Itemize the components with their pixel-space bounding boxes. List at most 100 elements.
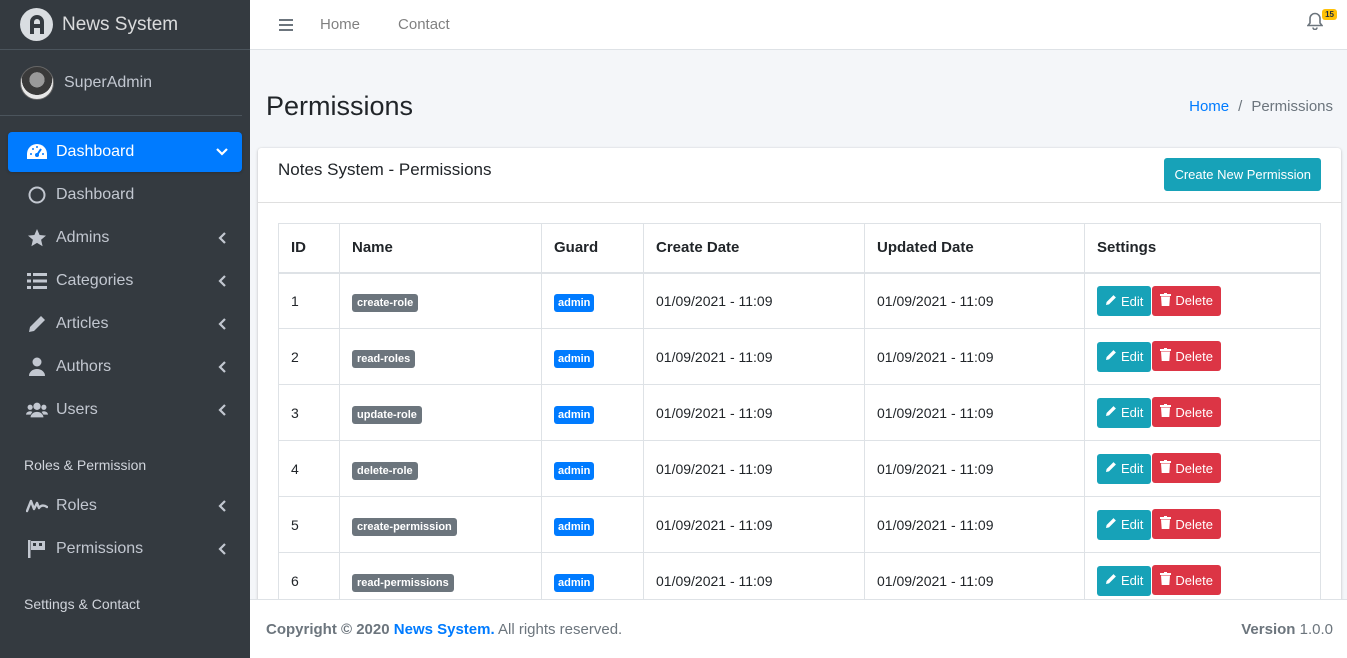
cell-updated-date: 01/09/2021 - 11:09 [864,384,1085,441]
cell-settings: Edit Delete [1084,440,1321,497]
delete-button[interactable]: Delete [1152,285,1221,316]
version-label: Version [1241,620,1296,638]
delete-label: Delete [1175,348,1213,364]
card-header: Notes System - Permissions Create New Pe… [258,148,1341,203]
list-icon [26,270,48,292]
cell-name: read-roles [339,328,542,385]
cell-id: 1 [278,272,340,329]
cell-id: 4 [278,440,340,497]
user-icon [26,356,48,378]
sidebar-item-authors[interactable]: Authors [8,347,242,387]
nav-link-contact[interactable]: Contact [398,16,450,33]
trash-icon [1160,460,1172,476]
notification-count-badge: 15 [1322,9,1337,20]
edit-button[interactable]: Edit [1097,341,1152,372]
create-permission-button[interactable]: Create New Permission [1164,158,1321,191]
chevron-left-icon [216,318,228,330]
sidebar-nav: Dashboard Dashboard Admins Categories Ar… [0,116,250,617]
permission-name-badge: create-permission [352,517,457,536]
edit-button[interactable]: Edit [1097,509,1152,540]
content-wrapper: Permissions Home / Permissions [250,74,1347,138]
nav-header-roles: Roles & Permission [24,457,147,473]
permission-name-badge: create-role [352,293,419,312]
edit-button[interactable]: Edit [1097,565,1152,596]
cell-settings: Edit Delete [1084,384,1321,441]
table-row: 5 create-permission admin 01/09/2021 - 11:0… [278,496,1321,553]
copyright-text: Copyright © 2020 [266,620,390,638]
cell-settings: Edit Delete [1084,328,1321,385]
brand-link[interactable]: News System [0,0,250,50]
breadcrumb-home-link[interactable]: Home [1189,98,1229,115]
sidebar-item-dashboard-menu[interactable]: Dashboard [8,132,242,172]
content-header: Permissions Home / Permissions [250,74,1347,138]
guard-badge: admin [554,461,595,480]
delete-button[interactable]: Delete [1152,397,1221,428]
table-row: 3 update-role admin 01/09/2021 - 11:09 01/09… [278,384,1321,441]
cell-id: 3 [278,384,340,441]
user-name: SuperAdmin [64,73,153,91]
trash-icon [1160,572,1172,588]
edit-button[interactable]: Edit [1097,286,1152,316]
chevron-left-icon [216,500,228,512]
guard-badge: admin [554,573,595,592]
edit-button[interactable]: Edit [1097,397,1152,428]
flag-icon [26,538,48,560]
column-header-create-date: Create Date [643,223,865,274]
user-panel[interactable]: SuperAdmin [0,50,242,116]
sidebar-item-label: Dashboard [56,186,135,203]
table-row: 1 create-role admin 01/09/2021 - 11:09 01/09… [278,272,1321,329]
pencil-icon [1105,349,1117,364]
table-header-row: ID Name Guard Create Date Updated Date S… [278,223,1321,274]
sidebar-item-articles[interactable]: Articles [8,304,242,344]
edit-label: Edit [1121,293,1144,309]
menu-toggle-icon[interactable] [272,0,302,50]
edit-button[interactable]: Edit [1097,453,1152,484]
sidebar-item-label: Dashboard [56,143,135,160]
sidebar: News System SuperAdmin Dashboard Dashboa… [0,0,250,658]
delete-button[interactable]: Delete [1152,565,1221,596]
edit-label: Edit [1121,573,1144,589]
circle-icon [26,184,48,206]
sidebar-item-label: Authors [56,358,112,375]
sidebar-item-categories[interactable]: Categories [8,261,242,301]
sidebar-item-dashboard[interactable]: Dashboard [8,175,242,215]
delete-label: Delete [1175,572,1213,588]
cell-updated-date: 01/09/2021 - 11:09 [864,496,1085,553]
cell-guard: admin [541,328,644,385]
sidebar-item-admins[interactable]: Admins [8,218,242,258]
cell-settings: Edit Delete [1084,272,1321,329]
cell-id: 2 [278,328,340,385]
edit-label: Edit [1121,405,1144,421]
permission-name-badge: read-permissions [352,573,454,592]
cell-name: create-role [339,272,542,329]
sidebar-item-users[interactable]: Users [8,390,242,430]
trash-icon [1160,292,1172,309]
edit-label: Edit [1121,461,1144,477]
sidebar-item-permissions[interactable]: Permissions [8,529,242,569]
sidebar-item-label: Categories [56,272,134,289]
sidebar-item-roles[interactable]: Roles [8,486,242,526]
chevron-down-icon [216,146,228,158]
delete-label: Delete [1175,516,1213,532]
cell-name: create-permission [339,496,542,553]
nav-header-settings: Settings & Contact [24,596,140,612]
tachometer-icon [26,141,48,163]
trash-icon [1160,348,1172,364]
pencil-icon [1105,294,1117,309]
pencil-icon [1105,517,1117,532]
column-header-name: Name [339,223,542,274]
notifications-button[interactable]: 15 [1306,9,1337,34]
chevron-left-icon [216,275,228,287]
footer-brand-link[interactable]: News System. [394,621,495,638]
nav-link-home[interactable]: Home [320,16,360,33]
page-title: Permissions [266,90,414,121]
cell-create-date: 01/09/2021 - 11:09 [643,440,865,497]
cell-guard: admin [541,384,644,441]
column-header-settings: Settings [1084,223,1321,274]
sidebar-item-label: Articles [56,315,109,332]
delete-button[interactable]: Delete [1152,341,1221,372]
chevron-left-icon [216,543,228,555]
version-value: 1.0.0 [1299,620,1333,638]
delete-button[interactable]: Delete [1152,509,1221,540]
delete-button[interactable]: Delete [1152,453,1221,484]
